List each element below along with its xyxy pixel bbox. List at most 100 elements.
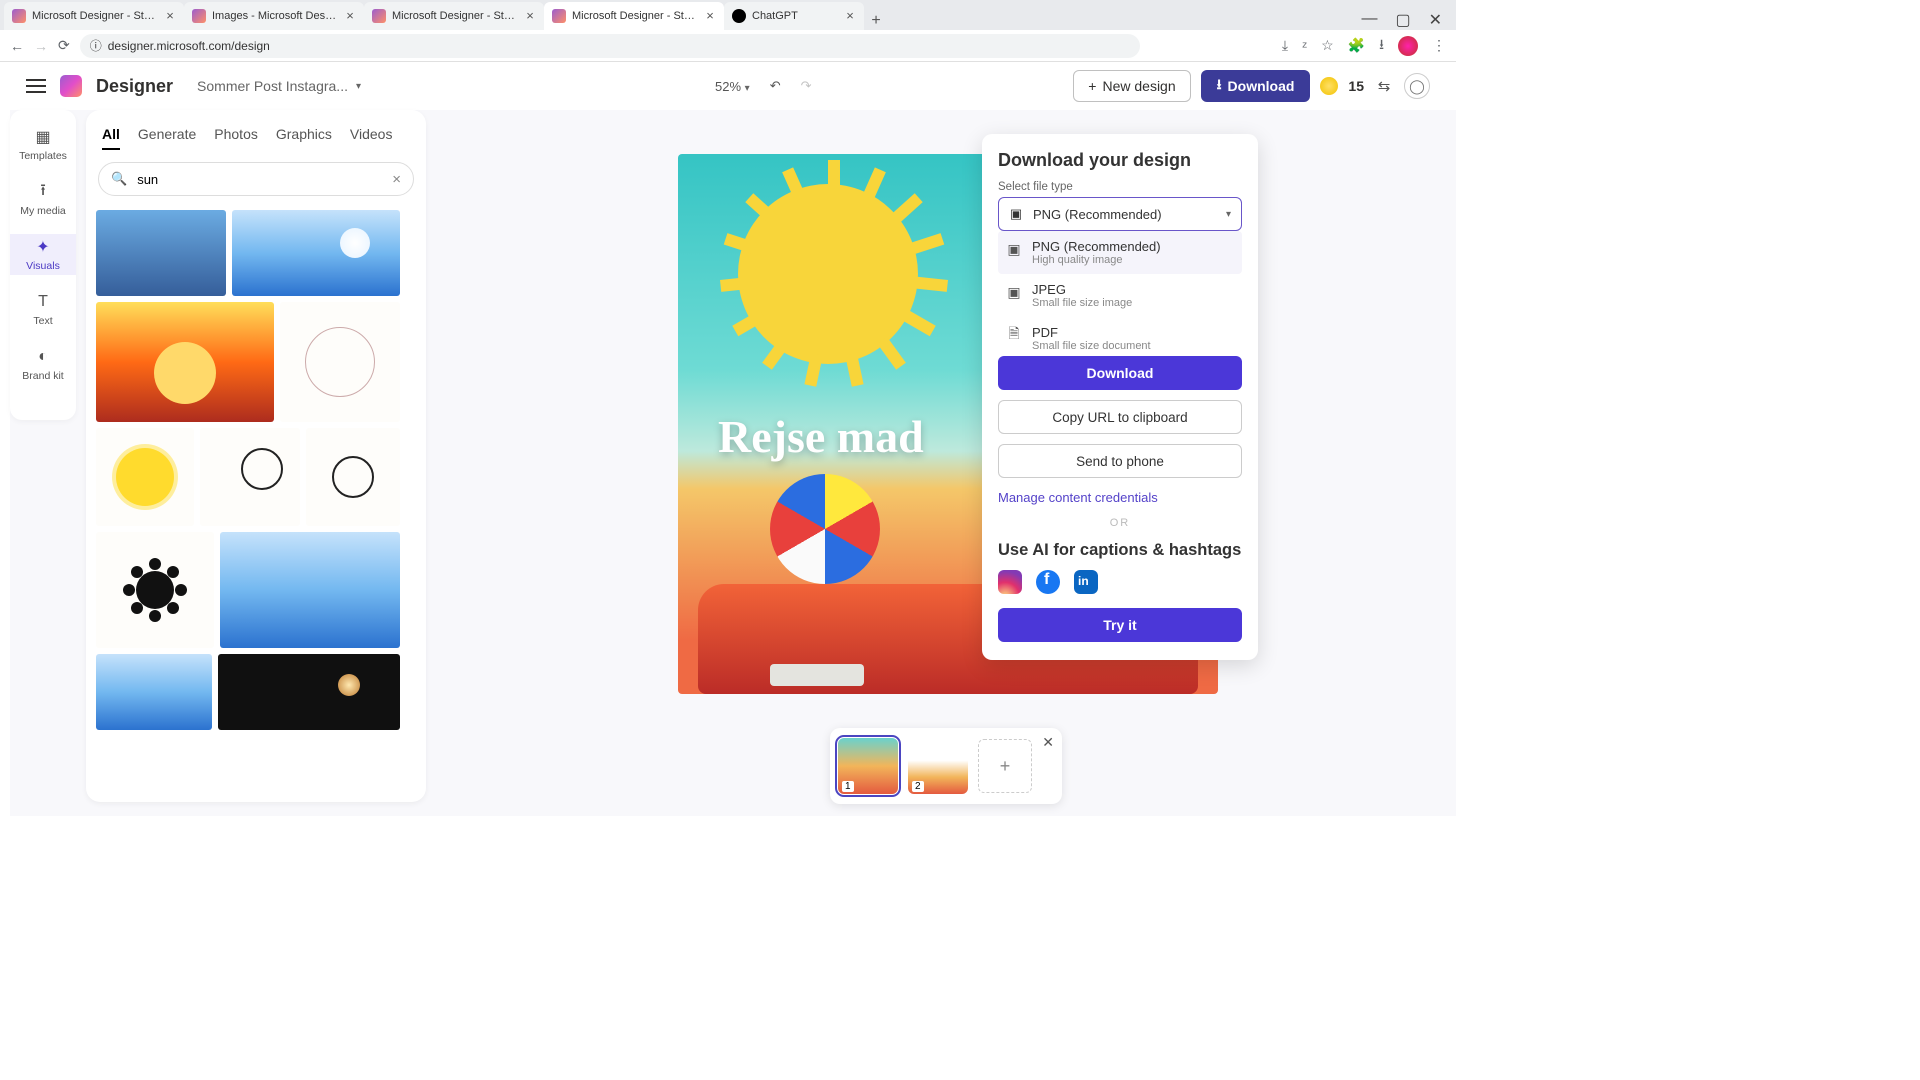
spiral-sun-icon — [305, 327, 375, 397]
redo-icon: ↷ — [801, 78, 812, 94]
result-tile[interactable] — [306, 428, 400, 526]
image-icon: ▣ — [1009, 207, 1023, 221]
file-type-option-jpeg[interactable]: ▣ JPEGSmall file size image — [998, 274, 1242, 317]
lens-flare-icon — [338, 674, 360, 696]
manage-credentials-link[interactable]: Manage content credentials — [998, 490, 1242, 505]
result-tile[interactable] — [96, 654, 212, 730]
tab-generate[interactable]: Generate — [138, 126, 196, 150]
page-thumbnail-1[interactable]: 1 — [838, 738, 898, 794]
minimize-icon[interactable]: — — [1361, 10, 1377, 30]
sun-flare-icon — [340, 228, 370, 258]
result-tile[interactable] — [200, 428, 300, 526]
document-name[interactable]: Sommer Post Instagra... ▾ — [197, 78, 361, 94]
hamburger-icon[interactable] — [26, 79, 46, 93]
rail-text[interactable]: TText — [10, 289, 76, 330]
send-to-phone-button[interactable]: Send to phone — [998, 444, 1242, 478]
rail-my-media[interactable]: ⭱My media — [10, 179, 76, 220]
result-tile[interactable] — [96, 210, 226, 296]
tab-photos[interactable]: Photos — [214, 126, 258, 150]
zoom-level[interactable]: 52% ▾ — [715, 79, 750, 94]
canvas-headline[interactable]: Rejse mad — [718, 410, 924, 463]
ai-captions-title: Use AI for captions & hashtags — [998, 541, 1242, 560]
results-grid — [86, 202, 426, 738]
file-type-label: Select file type — [998, 181, 1242, 193]
search-input[interactable] — [137, 172, 382, 187]
instagram-icon[interactable] — [998, 570, 1022, 594]
menu-icon[interactable]: ⋮ — [1432, 37, 1446, 54]
designer-logo-icon — [60, 75, 82, 97]
search-icon: 🔍 — [111, 171, 127, 187]
site-info-icon[interactable]: ⓘ — [90, 37, 102, 54]
sun-outline-icon — [332, 456, 374, 498]
tab-all[interactable]: All — [102, 126, 120, 150]
file-type-option-png[interactable]: ▣ PNG (Recommended)High quality image — [998, 231, 1242, 274]
url-field[interactable]: ⓘ designer.microsoft.com/design — [80, 34, 1140, 58]
browser-tab[interactable]: ChatGPT× — [724, 2, 864, 30]
facebook-icon[interactable] — [1036, 570, 1060, 594]
reload-icon[interactable]: ⟳ — [58, 37, 70, 54]
beach-ball-graphic[interactable] — [770, 474, 880, 584]
file-type-dropdown: ▣ PNG (Recommended)High quality image ▣ … — [998, 231, 1242, 360]
download-icon: ⭳ — [1217, 74, 1222, 98]
close-icon[interactable]: ✕ — [1042, 734, 1054, 751]
linkedin-icon[interactable] — [1074, 570, 1098, 594]
new-design-button[interactable]: +New design — [1073, 70, 1190, 102]
image-icon: ▣ — [1006, 241, 1022, 257]
try-it-button[interactable]: Try it — [998, 608, 1242, 642]
downloads-icon[interactable]: ⭳ — [1379, 34, 1384, 58]
rail-brand-kit[interactable]: ◐Brand kit — [10, 344, 76, 385]
close-icon[interactable]: × — [844, 10, 856, 22]
page-thumbnail-2[interactable]: 2 — [908, 738, 968, 794]
result-tile[interactable] — [218, 654, 400, 730]
coin-count: 15 — [1348, 78, 1364, 94]
new-tab-button[interactable]: + — [864, 12, 888, 30]
result-tile[interactable] — [96, 428, 194, 526]
result-tile[interactable] — [220, 532, 400, 648]
back-icon[interactable]: ← — [10, 38, 24, 54]
or-divider: OR — [998, 517, 1242, 529]
tab-graphics[interactable]: Graphics — [276, 126, 332, 150]
browser-tab[interactable]: Images - Microsoft Designer× — [184, 2, 364, 30]
file-type-select[interactable]: ▣ PNG (Recommended) ▾ — [998, 197, 1242, 231]
download-button[interactable]: ⭳Download — [1201, 70, 1311, 102]
favicon-icon — [12, 9, 26, 23]
close-icon[interactable]: × — [344, 10, 356, 22]
rail-visuals[interactable]: ✦Visuals — [10, 234, 76, 275]
copy-url-button[interactable]: Copy URL to clipboard — [998, 400, 1242, 434]
clear-search-icon[interactable]: × — [392, 171, 401, 188]
pages-bar: 1 2 + ✕ — [830, 728, 1062, 804]
install-app-icon[interactable]: ⤓ — [1282, 37, 1288, 54]
sun-graphic[interactable] — [738, 184, 918, 364]
profile-avatar[interactable] — [1398, 36, 1418, 56]
share-icon[interactable]: ⇆ — [1374, 76, 1394, 96]
result-tile[interactable] — [232, 210, 400, 296]
maximize-icon[interactable]: ▢ — [1395, 10, 1410, 30]
result-tile[interactable] — [96, 302, 274, 422]
browser-tab-active[interactable]: Microsoft Designer - Stunning× — [544, 2, 724, 30]
add-page-button[interactable]: + — [978, 739, 1032, 793]
undo-icon[interactable]: ↶ — [770, 78, 781, 94]
file-type-option-pdf[interactable]: 🗎 PDFSmall file size document — [998, 317, 1242, 360]
close-icon[interactable]: × — [704, 10, 716, 22]
visuals-panel: All Generate Photos Graphics Videos 🔍 × — [86, 110, 426, 802]
close-window-icon[interactable]: ✕ — [1429, 10, 1442, 30]
profile-icon[interactable]: ◯ — [1404, 73, 1430, 99]
close-icon[interactable]: × — [164, 10, 176, 22]
chevron-down-icon: ▾ — [1226, 209, 1231, 220]
close-icon[interactable]: × — [524, 10, 536, 22]
tab-videos[interactable]: Videos — [350, 126, 393, 150]
visuals-tabs: All Generate Photos Graphics Videos — [86, 120, 426, 156]
browser-tab[interactable]: Microsoft Designer - Stunning× — [4, 2, 184, 30]
download-panel-title: Download your design — [998, 150, 1242, 171]
result-tile[interactable] — [280, 302, 400, 422]
visuals-icon: ✦ — [33, 237, 53, 257]
extension-icon[interactable]: 🧩 — [1348, 37, 1365, 54]
bookmark-icon[interactable]: ☆ — [1321, 37, 1334, 54]
download-confirm-button[interactable]: Download — [998, 356, 1242, 390]
result-tile[interactable] — [96, 532, 214, 648]
browser-tab[interactable]: Microsoft Designer - Stunning× — [364, 2, 544, 30]
visuals-search[interactable]: 🔍 × — [98, 162, 414, 196]
templates-icon: ▦ — [33, 127, 53, 147]
rail-templates[interactable]: ▦Templates — [10, 124, 76, 165]
translate-icon[interactable]: ᶻ — [1302, 38, 1307, 54]
